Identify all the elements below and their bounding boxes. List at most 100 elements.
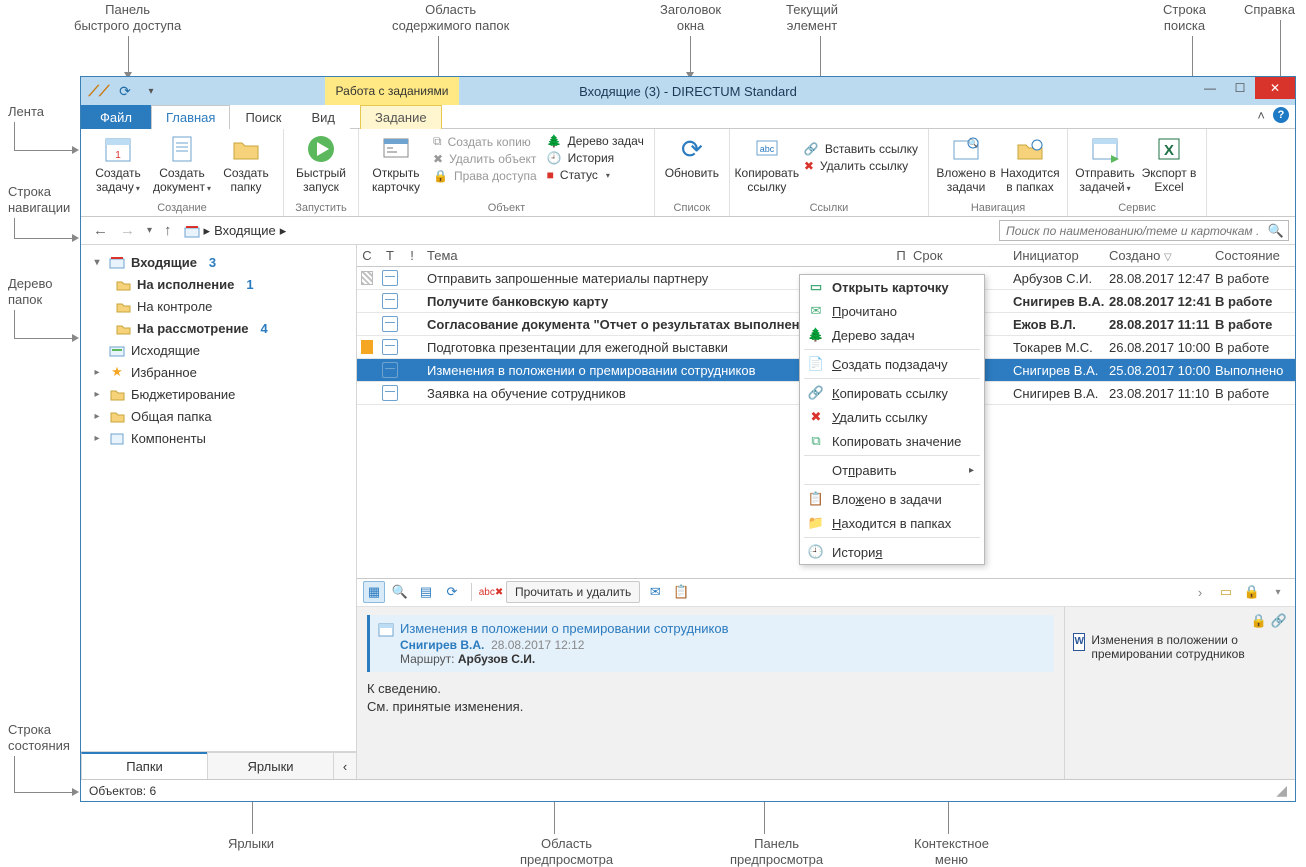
collapse-ribbon-icon[interactable]: ˄ bbox=[1257, 108, 1265, 123]
resize-grip-icon[interactable]: ◢ bbox=[1276, 782, 1287, 799]
nav-back-icon[interactable]: ← bbox=[87, 222, 114, 239]
ctx-task-tree[interactable]: 🌲Дерево задач bbox=[800, 323, 984, 347]
maximize-button[interactable]: ☐ bbox=[1225, 77, 1255, 99]
preview-author: Снигирев В.А. bbox=[400, 638, 484, 652]
in-folders-button[interactable]: Находится в папках bbox=[999, 131, 1061, 200]
pv-color-icon[interactable]: ▭ bbox=[1215, 581, 1237, 603]
lock-icon: 🔒 bbox=[433, 169, 448, 183]
nav-forward-icon[interactable]: → bbox=[114, 222, 141, 239]
copy-link-button[interactable]: abcКопировать ссылку bbox=[736, 131, 798, 200]
pv-lock-icon[interactable]: 🔒 bbox=[1241, 581, 1263, 603]
ctx-subtask[interactable]: 📄Создать подзадачу bbox=[800, 352, 984, 376]
attachment-item[interactable]: W Изменения в положении о премировании с… bbox=[1073, 633, 1287, 661]
col-priority[interactable]: ! bbox=[403, 248, 421, 263]
tree-tab-shortcuts[interactable]: Ярлыки bbox=[207, 752, 334, 779]
in-tasks-button[interactable]: 🔍Вложено в задачи bbox=[935, 131, 997, 200]
refresh-icon[interactable]: ⟳ bbox=[115, 81, 135, 101]
ctx-history[interactable]: 🕘История bbox=[800, 540, 984, 564]
tree-inbox-ctrl[interactable]: На контроле bbox=[81, 295, 356, 317]
history-button[interactable]: 🕘История bbox=[543, 150, 648, 166]
ctx-copy-link[interactable]: 🔗Копировать ссылку bbox=[800, 381, 984, 405]
tree-tab-folders[interactable]: Папки bbox=[81, 752, 208, 779]
pv-more-icon[interactable]: ▾ bbox=[1267, 581, 1289, 603]
pv-refresh-icon[interactable]: ⟳ bbox=[441, 581, 463, 603]
export-excel-button[interactable]: XЭкспорт в Excel bbox=[1138, 131, 1200, 200]
ctx-copy-value[interactable]: ⧉Копировать значение bbox=[800, 429, 984, 453]
callout-status: Строка состояния bbox=[8, 722, 70, 753]
col-state[interactable]: Состояние bbox=[1215, 248, 1295, 263]
ctx-open-card[interactable]: ▭Открыть карточку bbox=[800, 275, 984, 299]
pv-view-cards-icon[interactable]: ▦ bbox=[363, 581, 385, 603]
qat-dropdown-icon[interactable]: ▾ bbox=[141, 81, 161, 101]
pv-task-icon[interactable]: 📋 bbox=[670, 581, 692, 603]
tree-inbox-exec[interactable]: На исполнение1 bbox=[81, 273, 356, 295]
attach-link-icon[interactable]: 🔗 bbox=[1271, 613, 1287, 629]
tree-budget[interactable]: ▸Бюджетирование bbox=[81, 383, 356, 405]
svg-text:abc: abc bbox=[760, 144, 775, 154]
nav-history-icon[interactable]: ▾ bbox=[141, 225, 158, 236]
task-tree-button[interactable]: 🌲Дерево задач bbox=[543, 133, 648, 149]
ctx-delete-link[interactable]: ✖Удалить ссылку bbox=[800, 405, 984, 429]
refresh-icon: ⟳ bbox=[676, 133, 708, 165]
contextual-tab-header: Работа с заданиями bbox=[325, 77, 459, 105]
col-attach[interactable]: П bbox=[889, 248, 913, 263]
search-input[interactable] bbox=[1000, 224, 1264, 238]
tab-task[interactable]: Задание bbox=[360, 105, 442, 129]
pv-search-icon[interactable]: 🔍 bbox=[389, 581, 411, 603]
create-doc-button[interactable]: Создать документ▾ bbox=[151, 131, 213, 200]
send-task-button[interactable]: Отправить задачей▾ bbox=[1074, 131, 1136, 200]
tab-view[interactable]: Вид bbox=[296, 105, 350, 129]
app-logo-icon: ⟋⟋ bbox=[89, 81, 109, 101]
search-box[interactable]: 🔍 bbox=[999, 220, 1289, 241]
tree-tabs: Папки Ярлыки ‹ bbox=[81, 751, 357, 779]
pv-abc-icon[interactable]: abc✖ bbox=[480, 581, 502, 603]
item-grid: С Т ! Тема П Срок Инициатор Создано ▽ Со… bbox=[357, 245, 1295, 405]
search-icon[interactable]: 🔍 bbox=[1264, 223, 1288, 239]
tree-tab-collapse[interactable]: ‹ bbox=[333, 752, 357, 779]
col-due[interactable]: Срок bbox=[913, 248, 1013, 263]
refresh-button[interactable]: ⟳Обновить bbox=[661, 131, 723, 200]
close-button[interactable]: ✕ bbox=[1255, 77, 1295, 99]
pv-view-list-icon[interactable]: ▤ bbox=[415, 581, 437, 603]
tree-favorites[interactable]: ▸★Избранное bbox=[81, 361, 356, 383]
delete-link-button[interactable]: ✖Удалить ссылку bbox=[800, 158, 922, 174]
nav-up-icon[interactable]: ↑ bbox=[158, 222, 178, 239]
ctx-send[interactable]: Отправить▸ bbox=[800, 458, 984, 482]
open-card-button[interactable]: Открыть карточку bbox=[365, 131, 427, 200]
col-created[interactable]: Создано ▽ bbox=[1109, 248, 1215, 263]
create-folder-button[interactable]: Создать папку bbox=[215, 131, 277, 200]
delete-icon: ✖ bbox=[433, 152, 443, 166]
tab-home[interactable]: Главная bbox=[151, 105, 230, 129]
callout-navbar: Строка навигации bbox=[8, 184, 70, 215]
in-tasks-icon: 📋 bbox=[808, 491, 824, 507]
pv-expand-icon[interactable]: › bbox=[1189, 581, 1211, 603]
pv-envelope-icon[interactable]: ✉ bbox=[644, 581, 666, 603]
ctx-read[interactable]: ✉Прочитано bbox=[800, 299, 984, 323]
quick-run-button[interactable]: Быстрый запуск bbox=[290, 131, 352, 200]
col-type[interactable]: Т bbox=[377, 248, 403, 263]
create-task-button[interactable]: 1Создать задачу▾ bbox=[87, 131, 149, 200]
status-button[interactable]: ■Статус▾ bbox=[543, 167, 648, 183]
tab-search[interactable]: Поиск bbox=[230, 105, 296, 129]
tree-inbox-review[interactable]: На рассмотрение4 bbox=[81, 317, 356, 339]
read-and-delete-button[interactable]: Прочитать и удалить bbox=[506, 581, 640, 603]
minimize-button[interactable]: — bbox=[1195, 77, 1225, 99]
history-icon: 🕘 bbox=[808, 544, 824, 560]
breadcrumb[interactable]: ▸Входящие▸ bbox=[184, 223, 287, 239]
col-status[interactable]: С bbox=[357, 248, 377, 263]
ribbon: 1Создать задачу▾ Создать документ▾ Созда… bbox=[81, 129, 1295, 217]
paste-link-button[interactable]: 🔗Вставить ссылку bbox=[800, 141, 922, 157]
attach-lock-icon[interactable]: 🔒 bbox=[1251, 613, 1267, 629]
tree-outbox[interactable]: Исходящие bbox=[81, 339, 356, 361]
help-icon[interactable]: ? bbox=[1273, 107, 1289, 123]
tree-inbox[interactable]: ▾Входящие3 bbox=[81, 251, 356, 273]
col-initiator[interactable]: Инициатор bbox=[1013, 248, 1109, 263]
subtask-icon: 📄 bbox=[808, 356, 824, 372]
callout-qat: Панель быстрого доступа bbox=[74, 2, 181, 33]
ctx-in-folders[interactable]: 📁Находится в папках bbox=[800, 511, 984, 535]
tree-components[interactable]: ▸Компоненты bbox=[81, 427, 356, 449]
tree-shared[interactable]: ▸Общая папка bbox=[81, 405, 356, 427]
col-theme[interactable]: Тема bbox=[421, 248, 889, 263]
tab-file[interactable]: Файл bbox=[81, 105, 151, 129]
ctx-in-tasks[interactable]: 📋Вложено в задачи bbox=[800, 487, 984, 511]
